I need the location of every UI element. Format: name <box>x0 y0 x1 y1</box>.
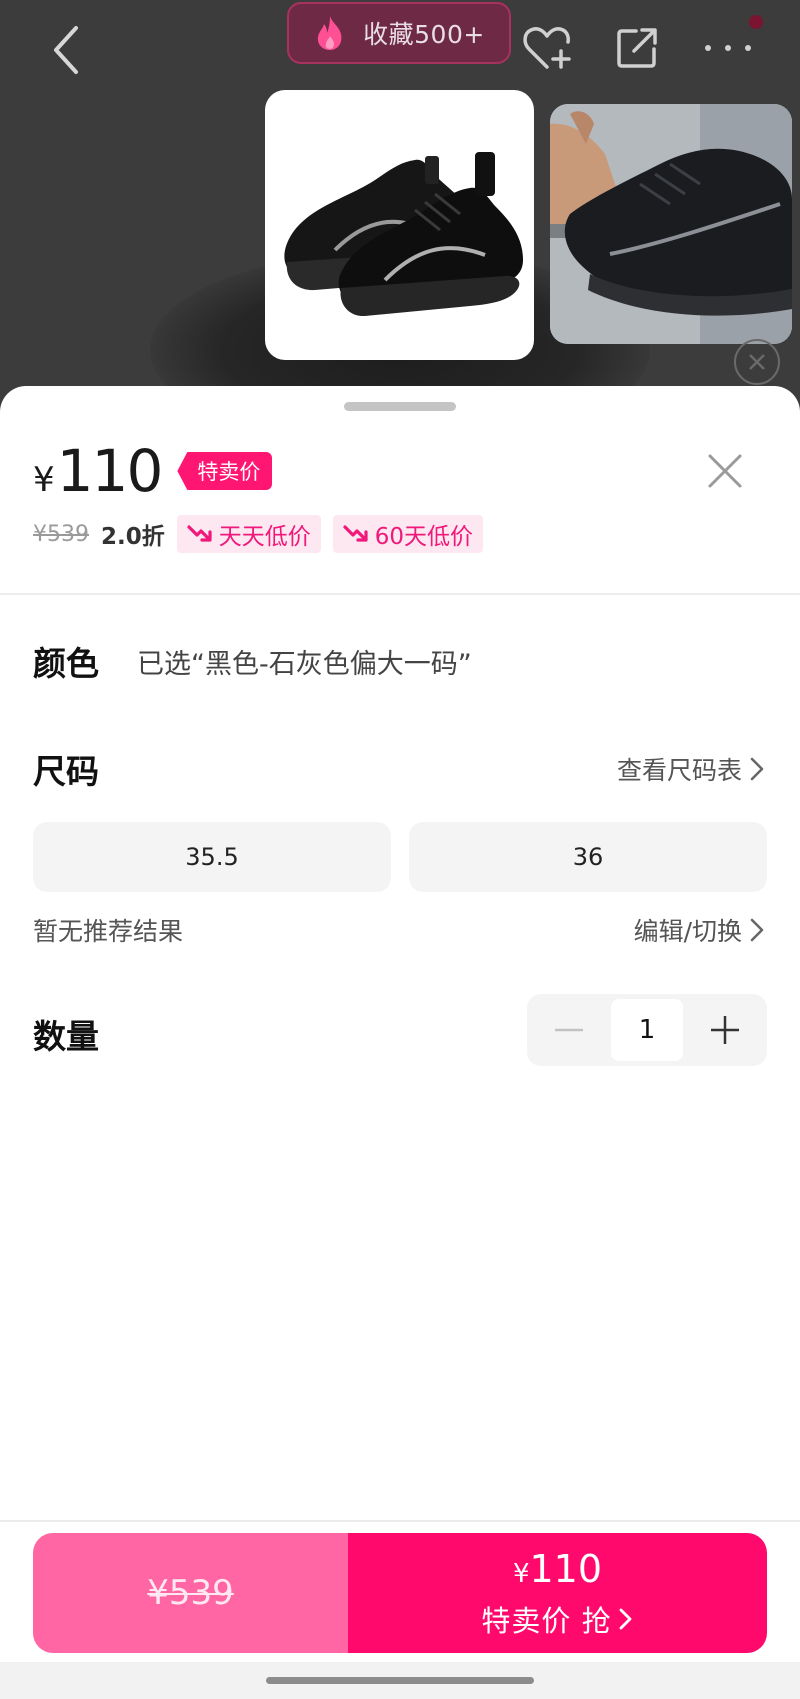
home-indicator[interactable] <box>266 1677 534 1684</box>
buy-bar: ¥539 ¥110 特卖价 抢 <box>33 1533 767 1653</box>
buy-now-button[interactable]: ¥110 特卖价 抢 <box>348 1533 767 1653</box>
discount-label: 2.0折 <box>101 524 165 550</box>
back-arrow-icon <box>54 26 78 74</box>
buy-price-value: 110 <box>529 1546 603 1591</box>
share-button[interactable] <box>609 18 665 78</box>
color-label: 颜色 <box>33 644 99 683</box>
selected-color: 已选“黑色-石灰色偏大一码” <box>137 648 472 680</box>
low-price-tag-label: 天天低价 <box>218 524 311 550</box>
size-recommendation: 暂无推荐结果 <box>33 917 184 946</box>
special-price-tag: 特卖价 <box>177 452 273 490</box>
product-thumbnail-worn[interactable] <box>550 104 792 344</box>
quantity-stepper: 1 <box>527 994 767 1066</box>
trend-down-icon <box>187 525 212 542</box>
close-icon <box>708 454 742 488</box>
more-button[interactable] <box>700 18 756 78</box>
add-favorite-button[interactable] <box>519 18 575 78</box>
sneaker-pair-image <box>284 152 523 317</box>
quantity-increase-button[interactable] <box>683 994 767 1066</box>
quantity-value[interactable]: 1 <box>611 999 683 1061</box>
chevron-right-icon <box>750 757 764 781</box>
divider <box>0 1520 800 1522</box>
quantity-section-label: 数量 <box>33 1006 99 1062</box>
heart-plus-icon <box>523 27 571 69</box>
price-value: 110 <box>56 437 164 505</box>
notification-dot <box>749 15 763 29</box>
chevron-right-icon <box>619 1608 632 1629</box>
more-icon <box>705 45 751 51</box>
price-currency: ¥ <box>33 460 55 500</box>
share-icon <box>617 28 657 68</box>
close-icon <box>749 354 765 370</box>
color-row[interactable]: 颜色 已选“黑色-石灰色偏大一码” <box>33 631 472 691</box>
price-sub-row: ¥539 2.0折 天天低价 60天低价 <box>33 514 484 554</box>
original-price: ¥539 <box>33 521 89 547</box>
thumbnail-close-button[interactable] <box>734 339 780 385</box>
low-price-tag-60day: 60天低价 <box>332 515 484 553</box>
size-option-35-5[interactable]: 35.5 <box>33 822 391 892</box>
size-option-36[interactable]: 36 <box>409 822 767 892</box>
quantity-decrease-button[interactable] <box>527 994 611 1066</box>
size-label: 尺码 <box>33 752 99 791</box>
low-price-tag-label: 60天低价 <box>374 524 474 550</box>
edit-switch-label: 编辑/切换 <box>633 917 742 946</box>
quantity-label: 数量 <box>33 1017 99 1056</box>
buy-action: 特卖价 抢 <box>481 1598 633 1640</box>
original-price-button[interactable]: ¥539 <box>33 1533 348 1653</box>
sheet-drag-handle[interactable] <box>344 402 456 411</box>
trend-down-icon <box>343 525 368 542</box>
divider <box>0 593 800 595</box>
plus-icon <box>711 1016 739 1044</box>
sku-selection-sheet: ¥ 110 特卖价 ¥539 2.0折 天天低价 60天低价 颜色 已选“黑色-… <box>0 386 800 1699</box>
flame-icon <box>318 16 342 50</box>
size-chart-link-label: 查看尺码表 <box>616 756 742 785</box>
buy-bar-original-price: ¥539 <box>147 1573 234 1613</box>
favorite-count-label: 收藏500+ <box>363 20 485 49</box>
size-chart-link[interactable]: 查看尺码表 <box>617 746 764 792</box>
buy-price-currency: ¥ <box>512 1558 530 1589</box>
sheet-close-button[interactable] <box>700 446 750 496</box>
product-thumbnail-main[interactable] <box>265 90 534 360</box>
minus-icon <box>555 1028 583 1032</box>
size-section-label: 尺码 <box>33 744 99 794</box>
back-button[interactable] <box>46 20 90 80</box>
chevron-right-icon <box>750 918 764 942</box>
price-row: ¥ 110 特卖价 <box>33 436 273 506</box>
edit-switch-link[interactable]: 编辑/切换 <box>634 908 764 952</box>
buy-action-label: 特卖价 抢 <box>481 1603 612 1638</box>
favorite-count-pill[interactable]: 收藏500+ <box>287 2 511 64</box>
sneaker-worn-image <box>550 104 792 344</box>
low-price-tag-daily: 天天低价 <box>176 515 321 553</box>
buy-price: ¥110 <box>513 1547 602 1596</box>
